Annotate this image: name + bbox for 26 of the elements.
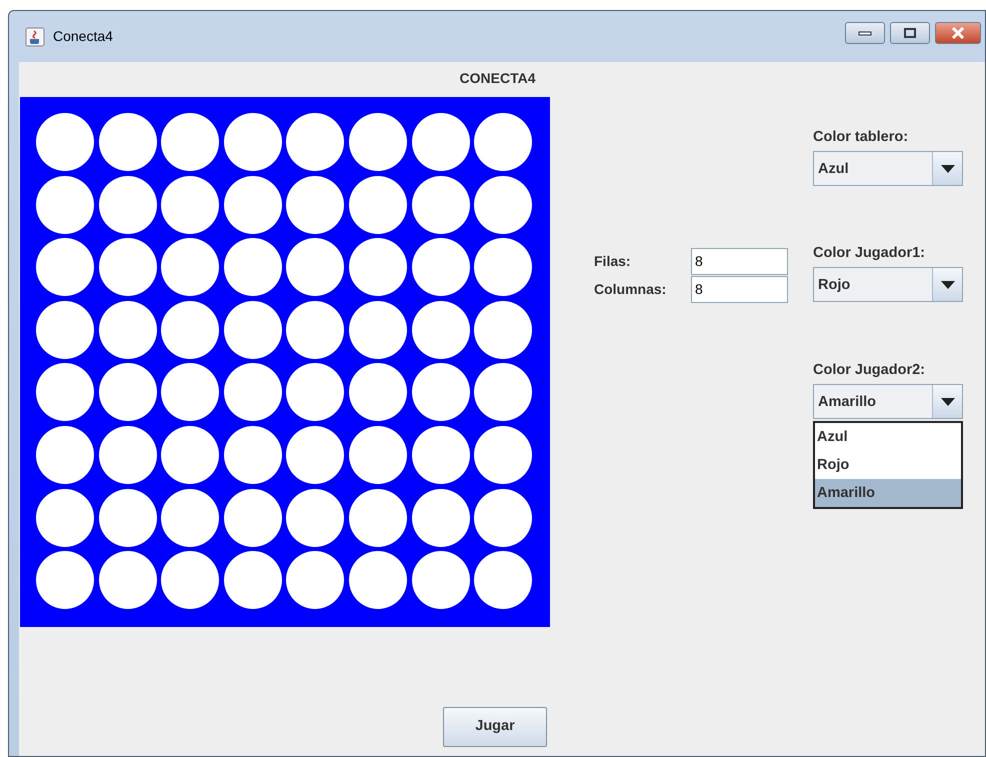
dropdown[interactable]: Rojo xyxy=(813,267,963,302)
dropdown[interactable]: Amarillo xyxy=(813,384,963,419)
play-button[interactable]: Jugar xyxy=(443,707,547,747)
close-icon xyxy=(951,26,965,38)
dropdown-option[interactable]: Rojo xyxy=(815,451,961,479)
minimize-icon xyxy=(858,30,872,36)
coffee-cup-icon xyxy=(25,26,45,46)
game-title: CONECTA4 xyxy=(458,69,536,88)
combo-label: Color tablero: xyxy=(813,128,910,147)
dropdown-option[interactable]: Amarillo xyxy=(815,479,961,507)
minimize-button[interactable] xyxy=(845,22,885,44)
caret-icon xyxy=(940,398,954,406)
text-field[interactable]: 8 xyxy=(691,248,788,274)
dropdown-option[interactable]: Azul xyxy=(815,423,961,451)
combo-label: Color Jugador2: xyxy=(813,361,926,380)
maximize-icon xyxy=(903,26,917,38)
maximize-button[interactable] xyxy=(890,22,930,44)
text-field[interactable]: 8 xyxy=(691,276,788,302)
close-button[interactable] xyxy=(935,22,981,44)
field-label: Columnas: xyxy=(594,280,668,298)
caret-icon xyxy=(940,164,954,172)
field-label: Filas: xyxy=(594,252,632,270)
caret-icon xyxy=(940,280,954,288)
window-title: Conecta4 xyxy=(53,27,113,46)
combo-label: Color Jugador1: xyxy=(813,244,926,263)
dropdown[interactable]: Azul xyxy=(813,151,963,186)
